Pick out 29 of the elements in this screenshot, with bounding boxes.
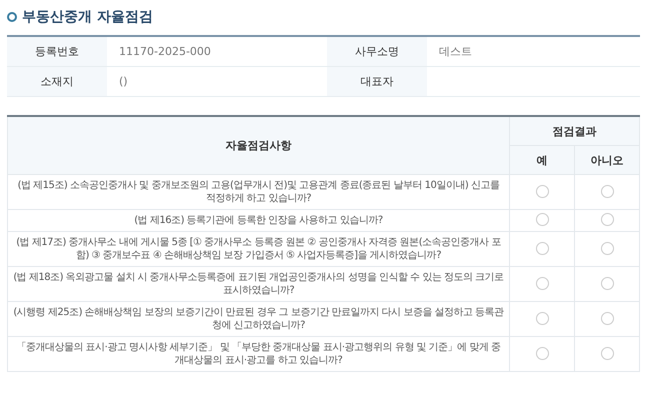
- radio-button[interactable]: [536, 312, 548, 324]
- column-header: 예: [510, 146, 574, 174]
- radio-button[interactable]: [600, 312, 614, 324]
- radio-button[interactable]: [536, 346, 548, 360]
- info-label: 소재지: [7, 67, 107, 97]
- radio-button[interactable]: [536, 276, 548, 290]
- column-header: 점검결과: [510, 116, 640, 146]
- checklist-question: (법 제15조) 소속공인중개사 및 중개보조원의 고용(업무개시 전)및 고용관계 종료(종료된 날부터 10일이내) 신고를 적정하게 하고 있습니까?: [8, 174, 510, 210]
- checklist-question: (법 제16조) 등록기관에 등록한 인장을 사용하고 있습니까?: [8, 210, 510, 232]
- page-title: 부동산중개 자율점검: [22, 8, 153, 26]
- radio-button[interactable]: [600, 276, 614, 290]
- radio-button[interactable]: [600, 346, 614, 360]
- radio-button[interactable]: [536, 213, 548, 226]
- radio-button[interactable]: [600, 213, 614, 226]
- info-label: 대표자: [327, 67, 427, 97]
- checklist-question: (법 제17조) 중개사무소 내에 게시물 5종 [① 중개사무소 등록증 원본 ② 공인중개사 자격증 원본(소속공인중개사 포함) ③ 중개보수표 ④ 손해배상책임 보장 가입증서 ⑤ 사업자등록증]을 게시하였습니까?: [8, 232, 510, 266]
- radio-button[interactable]: [600, 242, 614, 254]
- info-value: 데스트: [427, 37, 640, 67]
- bullet-icon: [7, 12, 17, 22]
- info-label: 사무소명: [327, 37, 427, 67]
- checklist-question: 「중개대상물의 표시·광고 명시사항 세부기준」 및 「부당한 중개대상물 표시·광고행위의 유형 및 기준」에 맞게 중개대상물의 표시·광고를 하고 있습니까?: [8, 336, 510, 372]
- checklist-question: (시행령 제25조) 손해배상책임 보장의 보증기간이 만료된 경우 그 보증기간 만료일까지 다시 보증을 설정하고 등록관청에 신고하였습니까?: [8, 302, 510, 336]
- column-header: 자율점검사항: [8, 116, 510, 174]
- radio-button[interactable]: [600, 184, 614, 198]
- radio-button[interactable]: [536, 184, 548, 198]
- radio-button[interactable]: [536, 242, 548, 254]
- column-header: 아니오: [574, 146, 640, 174]
- info-label: 등록번호: [7, 37, 107, 67]
- checklist-question: (법 제18조) 옥외광고물 설치 시 중개사무소등록증에 표기된 개업공인중개사의 성명을 인식할 수 있는 정도의 크기로 표시하였습니까?: [8, 266, 510, 302]
